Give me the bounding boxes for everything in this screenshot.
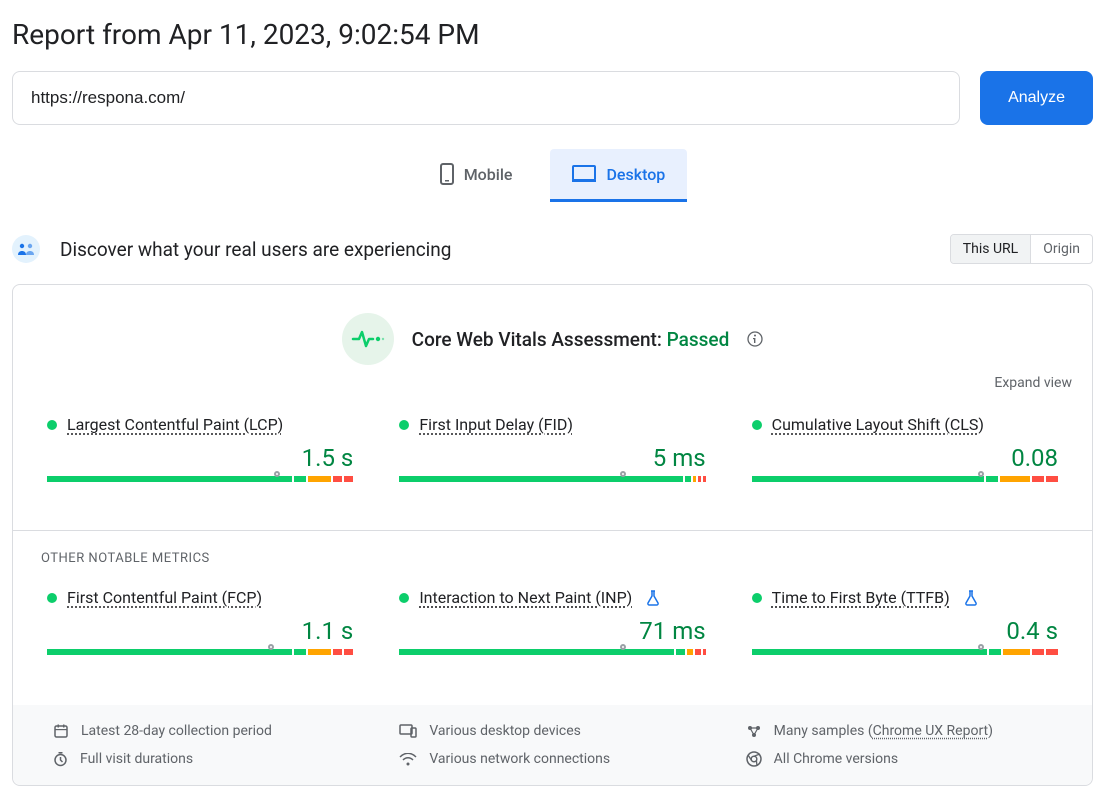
metric-cls-marker (978, 471, 984, 477)
metric-inp-marker (620, 644, 626, 650)
status-dot-icon (752, 593, 762, 603)
assessment-text: Core Web Vitals Assessment: Passed (412, 328, 730, 351)
metric-inp-name[interactable]: Interaction to Next Paint (INP) (419, 588, 632, 607)
tab-mobile-label: Mobile (464, 165, 513, 184)
metric-inp: Interaction to Next Paint (INP) 71 ms (399, 588, 705, 655)
metric-ttfb-marker (978, 644, 984, 650)
metric-fcp-bar (47, 649, 353, 655)
status-dot-icon (752, 420, 762, 430)
metric-fcp-name[interactable]: First Contentful Paint (FCP) (67, 588, 262, 607)
scope-this-url[interactable]: This URL (951, 235, 1030, 263)
scope-segmented: This URL Origin (950, 234, 1093, 264)
metric-ttfb: Time to First Byte (TTFB) 0.4 s (752, 588, 1058, 655)
metric-lcp-marker (274, 471, 280, 477)
metric-cls: Cumulative Layout Shift (CLS) 0.08 (752, 415, 1058, 482)
footer-devices: Various desktop devices (429, 723, 581, 739)
metric-fid: First Input Delay (FID) 5 ms (399, 415, 705, 482)
devices-icon (399, 724, 417, 738)
wifi-icon (399, 753, 417, 766)
status-dot-icon (47, 593, 57, 603)
samples-icon (746, 724, 762, 738)
metric-lcp: Largest Contentful Paint (LCP) 1.5 s (47, 415, 353, 482)
footer-versions: All Chrome versions (774, 751, 898, 767)
metric-inp-bar (399, 649, 705, 655)
metric-fid-name[interactable]: First Input Delay (FID) (419, 415, 573, 434)
metric-fcp-marker (268, 644, 274, 650)
scope-origin[interactable]: Origin (1030, 235, 1092, 263)
experimental-icon (646, 590, 660, 606)
other-metrics-label: OTHER NOTABLE METRICS (41, 551, 1072, 566)
metric-fid-bar (399, 476, 705, 482)
tab-desktop[interactable]: Desktop (550, 149, 687, 202)
footer-durations: Full visit durations (80, 751, 193, 767)
crux-link[interactable]: Chrome UX Report (873, 723, 988, 739)
status-dot-icon (399, 420, 409, 430)
desktop-icon (572, 165, 596, 183)
page-title: Report from Apr 11, 2023, 9:02:54 PM (12, 18, 1093, 51)
metric-ttfb-value: 0.4 s (752, 617, 1058, 645)
pulse-icon (342, 313, 394, 365)
vitals-panel: Core Web Vitals Assessment: Passed Expan… (12, 284, 1093, 786)
discover-heading: Discover what your real users are experi… (60, 238, 451, 261)
phone-icon (440, 163, 454, 185)
footer-samples: Many samples (Chrome UX Report) (774, 723, 993, 739)
users-icon (12, 235, 40, 263)
footer-period: Latest 28-day collection period (81, 723, 272, 739)
metric-lcp-value: 1.5 s (47, 444, 353, 472)
metric-ttfb-bar (752, 649, 1058, 655)
tab-mobile[interactable]: Mobile (418, 149, 535, 202)
url-input[interactable] (12, 71, 960, 125)
footer-info: Latest 28-day collection period Various … (13, 705, 1092, 785)
metric-ttfb-name[interactable]: Time to First Byte (TTFB) (772, 588, 950, 607)
chrome-icon (746, 751, 762, 767)
metric-fcp: First Contentful Paint (FCP) 1.1 s (47, 588, 353, 655)
analyze-button[interactable]: Analyze (980, 71, 1093, 125)
info-icon[interactable] (747, 331, 763, 347)
stopwatch-icon (53, 751, 68, 767)
metric-inp-value: 71 ms (399, 617, 705, 645)
footer-network: Various network connections (429, 751, 610, 767)
metric-cls-value: 0.08 (752, 444, 1058, 472)
tab-desktop-label: Desktop (606, 165, 665, 184)
metric-fid-marker (620, 471, 626, 477)
status-dot-icon (399, 593, 409, 603)
divider (13, 530, 1092, 531)
metric-cls-bar (752, 476, 1058, 482)
metric-lcp-bar (47, 476, 353, 482)
status-dot-icon (47, 420, 57, 430)
experimental-icon (964, 590, 978, 606)
assessment-status: Passed (667, 328, 730, 351)
expand-view-link[interactable]: Expand view (33, 375, 1072, 391)
metric-cls-name[interactable]: Cumulative Layout Shift (CLS) (772, 415, 984, 434)
metric-fcp-value: 1.1 s (47, 617, 353, 645)
device-tabs: Mobile Desktop (12, 149, 1093, 202)
metric-lcp-name[interactable]: Largest Contentful Paint (LCP) (67, 415, 283, 434)
metric-fid-value: 5 ms (399, 444, 705, 472)
calendar-icon (53, 723, 69, 739)
